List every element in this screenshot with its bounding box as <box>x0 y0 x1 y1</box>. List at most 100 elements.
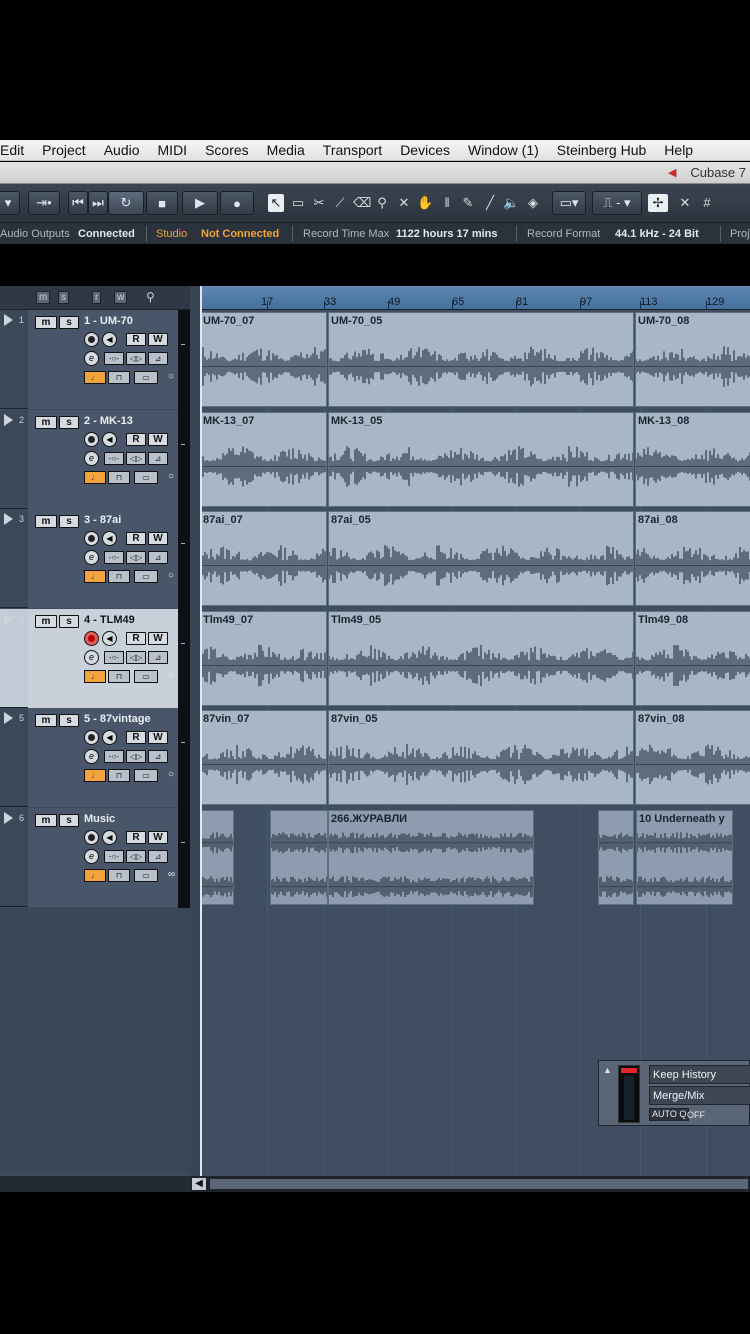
global-read-button[interactable]: r <box>92 291 102 304</box>
audio-event[interactable]: Tlm49_05 <box>328 611 634 706</box>
mute-button[interactable]: m <box>35 615 57 628</box>
grid-type-icon[interactable]: ⎍ - ▾ <box>592 191 642 215</box>
menu-help[interactable]: Help <box>655 142 702 158</box>
track-header[interactable]: 4 m s 4 - TLM49 ◀ R W e -○- ◁▷ ⊿ ♩ ⊓ ▭ ○ <box>0 609 178 708</box>
timewarp-tool-icon[interactable]: ‖ <box>439 194 455 212</box>
timebase-icon[interactable]: ♩ <box>84 371 106 384</box>
audio-event[interactable]: 87ai_05 <box>328 511 634 606</box>
audio-event[interactable]: MK-13_08 <box>635 412 750 507</box>
mute-tool-icon[interactable]: ✕ <box>396 194 412 212</box>
eq-icon[interactable]: ◁▷ <box>126 750 146 763</box>
inserts-icon[interactable]: -○- <box>104 750 124 763</box>
record-button[interactable]: ● <box>220 191 254 215</box>
timebase-icon[interactable]: ♩ <box>84 670 106 683</box>
monitor-icon[interactable]: ◀ <box>102 332 117 347</box>
erase-tool-icon[interactable]: ⌫ <box>353 194 371 212</box>
inserts-icon[interactable]: -○- <box>104 452 124 465</box>
read-automation-button[interactable]: R <box>126 433 146 446</box>
play-button[interactable]: ▶ <box>182 191 218 215</box>
inserts-icon[interactable]: -○- <box>104 352 124 365</box>
event-display[interactable]: UM-70_07 UM-70_05 UM-70_08 MK-13_07 MK-13_05… <box>200 310 750 1176</box>
stop-button[interactable]: ■ <box>146 191 178 215</box>
track-list-empty-area[interactable] <box>0 908 190 1174</box>
track-expand-icon[interactable] <box>4 314 13 326</box>
audio-event[interactable]: 87vin_05 <box>328 710 634 805</box>
sends-icon[interactable]: ⊿ <box>148 750 168 763</box>
read-automation-button[interactable]: R <box>126 731 146 744</box>
monitor-icon[interactable]: ◀ <box>102 830 117 845</box>
lock-icon[interactable]: ⊓ <box>108 371 130 384</box>
read-automation-button[interactable]: R <box>126 532 146 545</box>
audio-event[interactable]: Tlm49_07 <box>200 611 327 706</box>
track-header[interactable]: 2 m s 2 - MK-13 ◀ R W e -○- ◁▷ ⊿ ♩ ⊓ ▭ ○ <box>0 410 178 509</box>
audio-event[interactable]: UM-70_07 <box>200 312 327 407</box>
merge-mix-option[interactable]: Merge/Mix <box>649 1086 750 1105</box>
audio-event[interactable]: 87vin_08 <box>635 710 750 805</box>
eq-icon[interactable]: ◁▷ <box>126 651 146 664</box>
read-automation-button[interactable]: R <box>126 632 146 645</box>
menu-window[interactable]: Window (1) <box>459 142 548 158</box>
sends-icon[interactable]: ⊿ <box>148 551 168 564</box>
scroll-left-icon[interactable]: ◀ <box>192 1178 206 1190</box>
lock-icon[interactable]: ⊓ <box>108 769 130 782</box>
track-list-divider[interactable] <box>178 310 190 908</box>
solo-button[interactable]: s <box>59 416 79 429</box>
mute-button[interactable]: m <box>35 814 57 827</box>
menu-media[interactable]: Media <box>258 142 314 158</box>
track-expand-icon[interactable] <box>4 513 13 525</box>
track-name[interactable]: 1 - UM-70 <box>84 315 133 327</box>
edit-channel-icon[interactable]: e <box>84 849 99 864</box>
solo-button[interactable]: s <box>59 714 79 727</box>
track-header[interactable]: 1 m s 1 - UM-70 ◀ R W e -○- ◁▷ ⊿ ♩ ⊓ ▭ ○ <box>0 310 178 409</box>
glue-tool-icon[interactable]: ⟋ <box>332 194 348 212</box>
edit-channel-icon[interactable]: e <box>84 749 99 764</box>
mute-button[interactable]: m <box>35 316 57 329</box>
lock-icon[interactable]: ⊓ <box>108 471 130 484</box>
menu-midi[interactable]: MIDI <box>149 142 197 158</box>
write-automation-button[interactable]: W <box>148 433 168 446</box>
global-mute-button[interactable]: m <box>36 291 51 304</box>
go-to-end-icon[interactable]: ⏭ <box>88 191 108 215</box>
write-automation-button[interactable]: W <box>148 532 168 545</box>
audio-event[interactable]: 10 Underneath y <box>636 810 733 905</box>
audio-event[interactable]: UM-70_08 <box>635 312 750 407</box>
menu-steinberg-hub[interactable]: Steinberg Hub <box>548 142 656 158</box>
audio-event[interactable] <box>270 810 328 905</box>
draw-tool-icon[interactable]: ✎ <box>460 194 476 212</box>
lanes-icon[interactable]: ▭ <box>134 371 158 384</box>
search-icon[interactable]: ⚲ <box>146 290 155 304</box>
monitor-icon[interactable]: ◀ <box>102 631 117 646</box>
audio-event[interactable]: UM-70_05 <box>328 312 634 407</box>
snap-to-zero-icon[interactable]: ✢ <box>648 194 668 212</box>
track-header[interactable]: 6 m s Music ◀ R W e -○- ◁▷ ⊿ ♩ ⊓ ▭ ∞ <box>0 808 178 907</box>
audio-event[interactable] <box>598 810 634 905</box>
eq-icon[interactable]: ◁▷ <box>126 352 146 365</box>
menu-audio[interactable]: Audio <box>95 142 149 158</box>
eq-icon[interactable]: ◁▷ <box>126 551 146 564</box>
timeline-ruler[interactable]: 17 33 49 65 81 97 113 129 <box>200 286 750 310</box>
solo-button[interactable]: s <box>59 515 79 528</box>
eq-icon[interactable]: ◁▷ <box>126 452 146 465</box>
inserts-icon[interactable]: -○- <box>104 850 124 863</box>
lanes-icon[interactable]: ▭ <box>134 769 158 782</box>
cycle-button[interactable]: ↻ <box>108 191 144 215</box>
snap-type-icon[interactable]: ▭▾ <box>552 191 586 215</box>
menu-scores[interactable]: Scores <box>196 142 258 158</box>
audio-event[interactable]: 87ai_08 <box>635 511 750 606</box>
sends-icon[interactable]: ⊿ <box>148 352 168 365</box>
edit-channel-icon[interactable]: e <box>84 351 99 366</box>
write-automation-button[interactable]: W <box>148 731 168 744</box>
record-enable-icon[interactable] <box>84 531 99 546</box>
go-to-start-icon[interactable]: ⏮ <box>68 191 88 215</box>
track-header[interactable]: 3 m s 3 - 87ai ◀ R W e -○- ◁▷ ⊿ ♩ ⊓ ▭ ○ <box>0 509 178 608</box>
mute-button[interactable]: m <box>35 416 57 429</box>
audio-event[interactable]: MK-13_05 <box>328 412 634 507</box>
solo-button[interactable]: s <box>59 316 79 329</box>
edit-channel-icon[interactable]: e <box>84 550 99 565</box>
timebase-icon[interactable]: ♩ <box>84 471 106 484</box>
speaker-tool-icon[interactable]: 🔈 <box>503 194 519 212</box>
audio-event[interactable] <box>200 810 234 905</box>
timebase-icon[interactable]: ♩ <box>84 570 106 583</box>
edit-channel-icon[interactable]: e <box>84 650 99 665</box>
track-name[interactable]: Music <box>84 813 115 825</box>
